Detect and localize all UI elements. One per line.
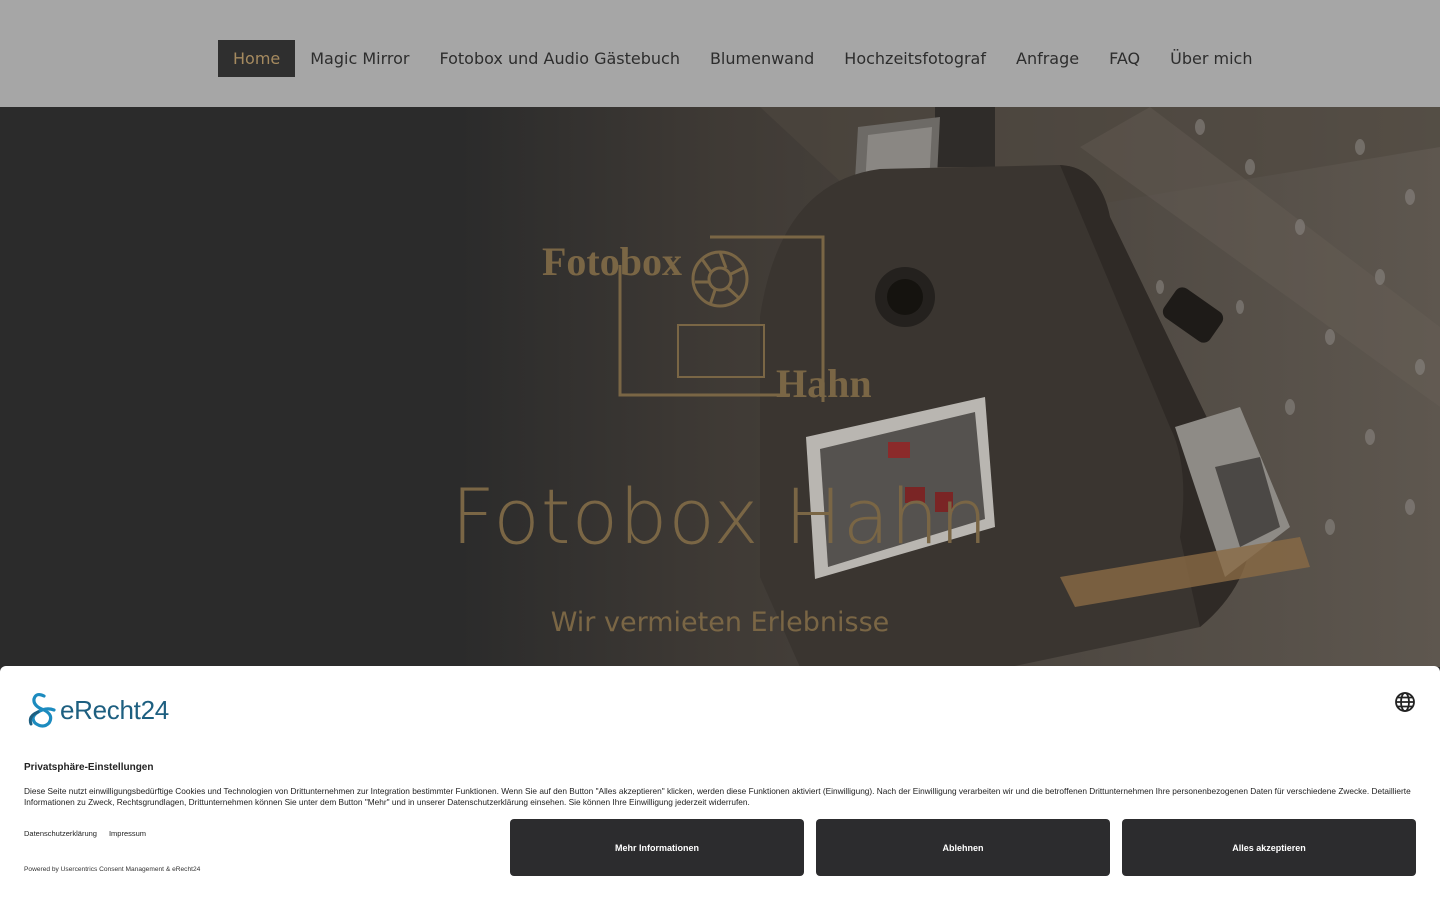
nav-item-hochzeitsfotograf[interactable]: Hochzeitsfotograf: [829, 40, 1001, 77]
hero-section: Fotobox Hahn Fotobox Hahn Wir vermieten …: [0, 107, 1440, 667]
nav-item-home[interactable]: Home: [218, 40, 296, 77]
fotobox-hahn-logo: Fotobox Hahn: [542, 235, 872, 402]
nav-item-anfrage[interactable]: Anfrage: [1001, 40, 1094, 77]
consent-description: Diese Seite nutzt einwilligungsbedürftig…: [24, 786, 1411, 807]
logo-text-top: Fotobox: [542, 239, 682, 284]
deny-button[interactable]: Ablehnen: [816, 819, 1110, 876]
privacy-policy-link[interactable]: Datenschutzerklärung: [24, 829, 97, 838]
main-nav: Home Magic Mirror Fotobox und Audio Gäst…: [218, 40, 1267, 77]
globe-icon[interactable]: [1394, 691, 1416, 713]
logo-text-bottom: Hahn: [776, 361, 872, 402]
more-info-button[interactable]: Mehr Informationen: [510, 819, 804, 876]
nav-item-faq[interactable]: FAQ: [1094, 40, 1155, 77]
hero-title: Fotobox Hahn: [451, 472, 989, 561]
hero-subtitle: Wir vermieten Erlebnisse: [550, 607, 890, 638]
powered-by-note: Powered by Usercentrics Consent Manageme…: [24, 866, 201, 873]
cookie-consent-banner: eRecht24 Privatsphäre-Einstellungen Dies…: [0, 666, 1440, 900]
imprint-link[interactable]: Impressum: [109, 829, 146, 838]
accept-all-button[interactable]: Alles akzeptieren: [1122, 819, 1416, 876]
top-navigation-bar: Home Magic Mirror Fotobox und Audio Gäst…: [0, 0, 1440, 107]
nav-item-fotobox-audio-gaestebuch[interactable]: Fotobox und Audio Gästebuch: [424, 40, 694, 77]
erecht24-logo-icon: [28, 692, 56, 728]
nav-item-ueber-mich[interactable]: Über mich: [1155, 40, 1267, 77]
consent-links: Datenschutzerklärung Impressum: [24, 829, 158, 838]
consent-title: Privatsphäre-Einstellungen: [24, 762, 154, 773]
erecht24-brand: eRecht24: [24, 690, 169, 730]
nav-item-blumenwand[interactable]: Blumenwand: [695, 40, 829, 77]
nav-item-magic-mirror[interactable]: Magic Mirror: [295, 40, 424, 77]
brand-name: eRecht24: [60, 694, 169, 725]
